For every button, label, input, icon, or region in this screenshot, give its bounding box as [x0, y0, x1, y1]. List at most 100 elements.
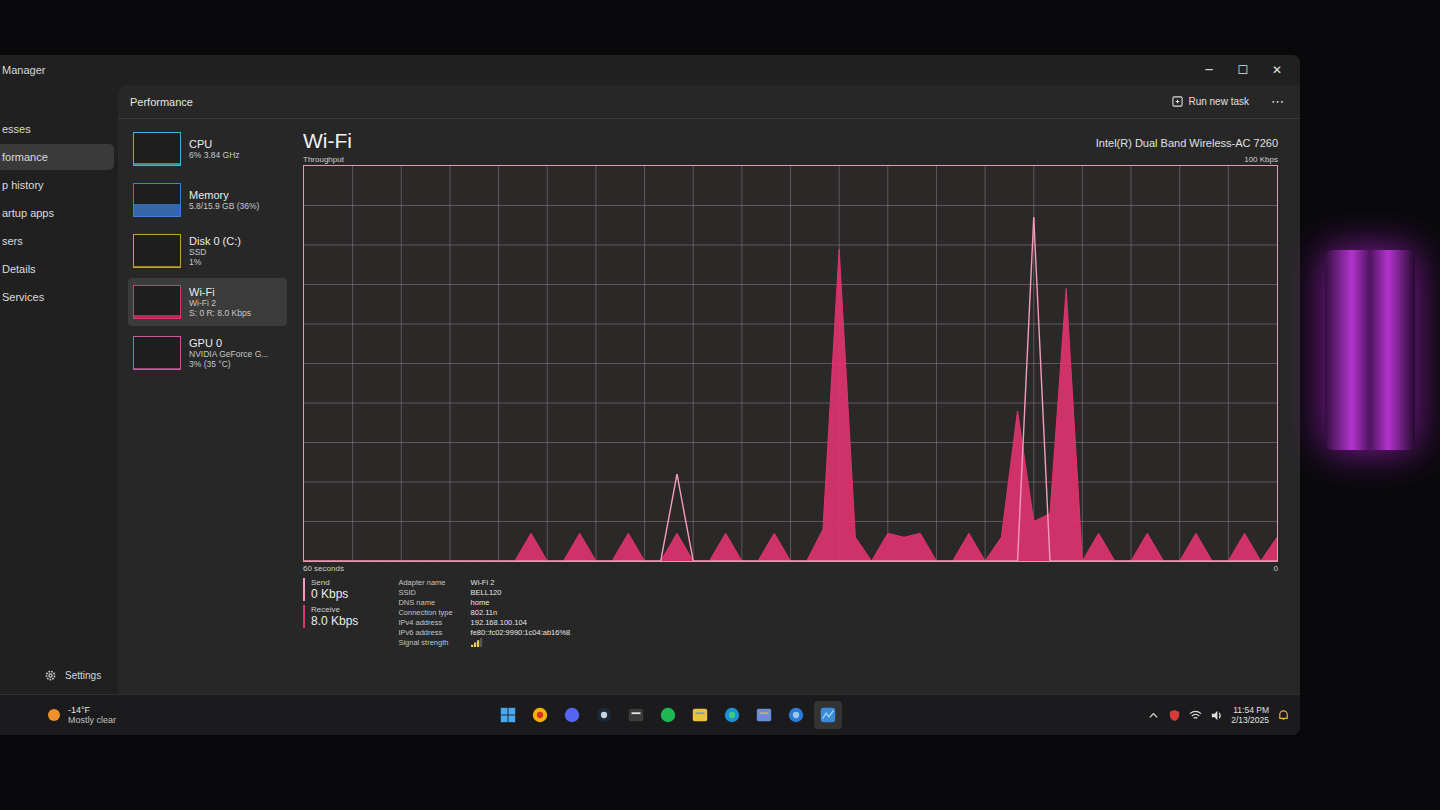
window-control-button[interactable]: ─ [1192, 58, 1226, 82]
resource-item[interactable]: Disk 0 (C:) SSD1% [128, 227, 287, 275]
series-segment [1131, 560, 1147, 561]
property-label: IPv6 address [398, 628, 452, 637]
series-segment [985, 537, 1001, 561]
series-segment [693, 561, 709, 562]
series-segment [401, 560, 417, 561]
settings-item[interactable]: Settings [0, 663, 118, 686]
resource-thumbnail [133, 132, 181, 166]
series-segment [515, 560, 531, 561]
task-manager-icon [819, 706, 837, 724]
series-segment [1261, 537, 1277, 561]
series-segment [1245, 533, 1261, 561]
series-segment [1050, 288, 1066, 513]
throughput-stat: Receive 8.0 Kbps [303, 605, 358, 628]
series-segment [1163, 560, 1179, 561]
nav-item[interactable]: Services [0, 284, 114, 310]
series-segment [823, 249, 839, 529]
resource-detail: 6% 3.84 GHz [189, 150, 240, 160]
property-label: SSID [398, 588, 452, 597]
run-new-task-button[interactable]: Run new task [1164, 92, 1257, 111]
adapter-properties: Adapter name Wi-Fi 2SSID BELL120DNS name… [398, 578, 570, 649]
series-segment [466, 560, 482, 561]
series-segment [385, 560, 401, 561]
nav-item[interactable]: formance [0, 144, 114, 170]
throughput-stat: Send 0 Kbps [303, 578, 358, 601]
resource-name: GPU 0 [189, 337, 268, 349]
series-segment [612, 560, 628, 561]
nav-item[interactable]: esses [0, 116, 114, 142]
taskbar-app[interactable] [558, 701, 586, 729]
series-segment [596, 560, 612, 561]
browser-icon [787, 706, 805, 724]
series-segment [661, 474, 677, 561]
property-label: DNS name [398, 598, 452, 607]
series-segment [969, 560, 985, 561]
resource-item[interactable]: GPU 0 NVIDIA GeForce G...3% (35 °C) [128, 329, 287, 377]
speaker-icon[interactable] [1210, 709, 1223, 722]
taskbar-app[interactable] [686, 701, 714, 729]
edge-icon [723, 706, 741, 724]
taskbar-app[interactable] [622, 701, 650, 729]
receive-area [304, 249, 1277, 561]
clock[interactable]: 11:54 PM 2/13/2025 [1231, 705, 1269, 725]
nav-item[interactable]: Details [0, 256, 114, 282]
series-segment [839, 560, 855, 561]
series-segment [1261, 560, 1277, 561]
property-value: 802.11n [471, 608, 571, 617]
series-segment [385, 561, 401, 562]
terminal-icon [627, 706, 645, 724]
window-control-button[interactable]: ☐ [1226, 58, 1260, 82]
series-segment [434, 561, 450, 562]
resource-name: CPU [189, 138, 240, 150]
taskbar-app[interactable] [718, 701, 746, 729]
window-controls: ─☐✕ [1192, 58, 1294, 82]
series-segment [563, 560, 579, 561]
chevron-up-icon[interactable] [1147, 709, 1160, 722]
series-segment [482, 561, 498, 562]
resource-detail: 3% (35 °C) [189, 359, 268, 369]
more-button[interactable]: ⋯ [1265, 92, 1290, 111]
series-segment [855, 560, 871, 561]
series-segment [466, 561, 482, 562]
series-segment [1099, 533, 1115, 561]
series-segment [401, 561, 417, 562]
taskbar-app[interactable] [654, 701, 682, 729]
taskbar-app[interactable] [526, 701, 554, 729]
notification-bell-icon[interactable] [1277, 709, 1290, 722]
series-segment [1147, 560, 1163, 561]
shield-icon[interactable] [1168, 709, 1181, 722]
nav-item[interactable]: sers [0, 228, 114, 254]
resource-detail: NVIDIA GeForce G... [189, 349, 268, 359]
app-icon [691, 706, 709, 724]
series-segment [596, 561, 612, 562]
series-segment [1018, 217, 1034, 561]
series-segment [904, 533, 920, 537]
wifi-icon[interactable] [1189, 709, 1202, 722]
series-segment [758, 533, 774, 561]
title-bar: Manager ─☐✕ [0, 55, 1300, 85]
weather-widget[interactable]: -14°F Mostly clear [46, 705, 276, 725]
series-segment [774, 560, 790, 561]
nav-item[interactable]: artup apps [0, 200, 114, 226]
series-segment [888, 560, 904, 561]
taskbar-app[interactable] [814, 701, 842, 729]
series-segment [645, 561, 661, 562]
taskbar-app[interactable] [494, 701, 522, 729]
resource-thumbnail [133, 336, 181, 370]
resource-item[interactable]: Memory 5.8/15.9 GB (36%) [128, 176, 287, 224]
series-segment [369, 560, 385, 561]
signal-strength-icon [471, 638, 483, 647]
taskbar-app[interactable] [750, 701, 778, 729]
nav-item[interactable]: p history [0, 172, 114, 198]
series-segment [612, 533, 628, 561]
series-segment [547, 561, 563, 562]
taskbar-app[interactable] [590, 701, 618, 729]
resource-item[interactable]: Wi-Fi Wi-Fi 2S: 0 R: 8.0 Kbps [128, 278, 287, 326]
series-segment [1115, 561, 1131, 562]
series-segment [1147, 533, 1163, 561]
resource-item[interactable]: CPU 6% 3.84 GHz [128, 125, 287, 173]
taskbar-app[interactable] [782, 701, 810, 729]
series-segment [320, 560, 336, 561]
window-control-button[interactable]: ✕ [1260, 58, 1294, 82]
series-segment [531, 560, 547, 561]
